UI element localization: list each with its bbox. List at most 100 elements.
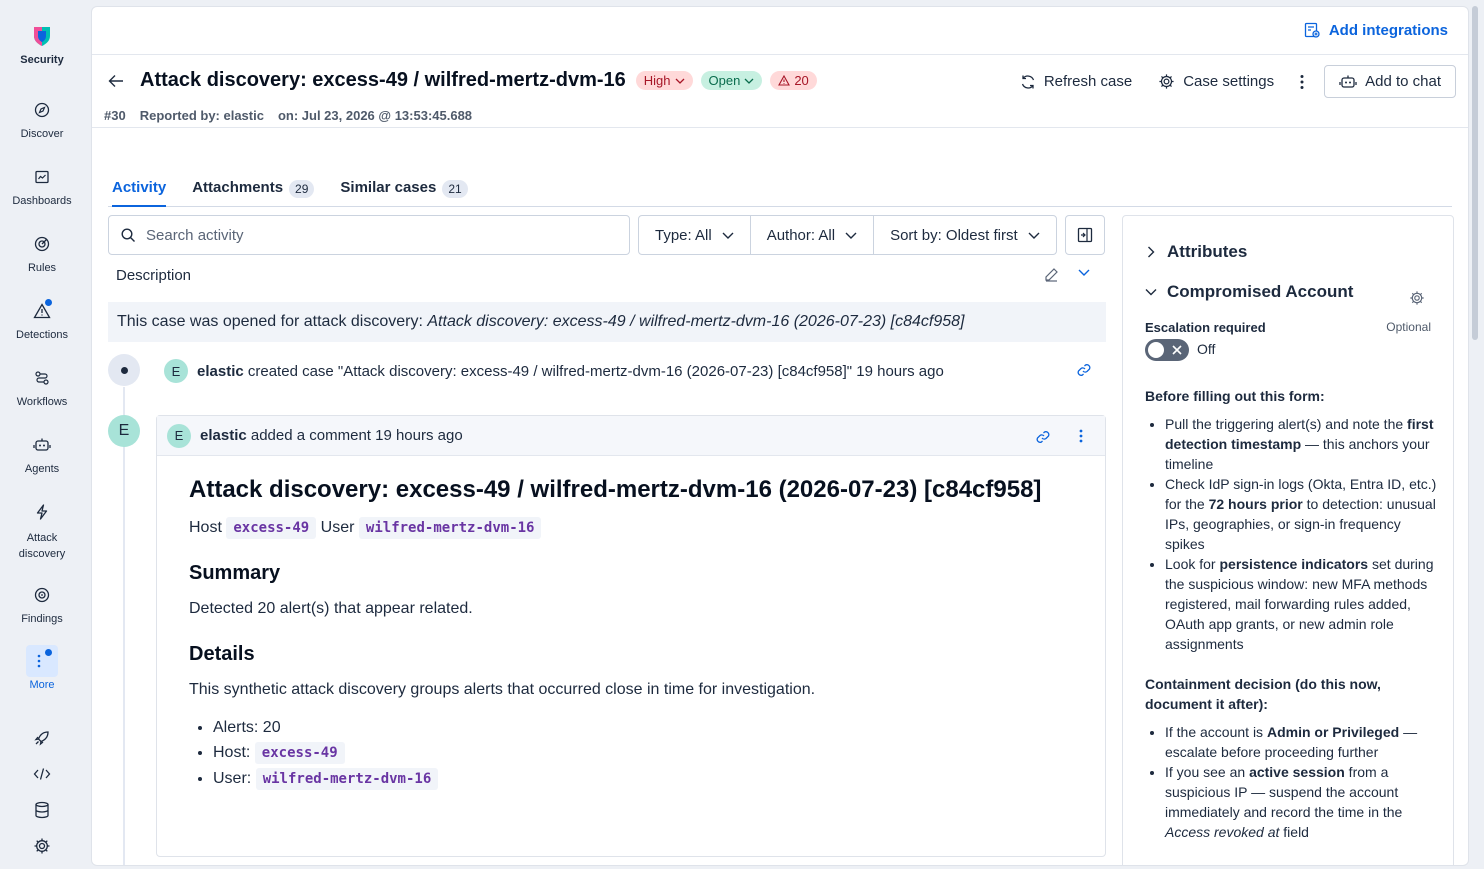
toggle-state: Off xyxy=(1197,341,1216,357)
tab-similar-cases[interactable]: Similar cases 21 xyxy=(340,173,468,207)
chevron-down-icon xyxy=(675,78,684,84)
nav-detections[interactable]: Detections xyxy=(0,295,84,341)
collapse-description-button[interactable] xyxy=(1078,269,1090,276)
tab-activity-label: Activity xyxy=(112,179,167,196)
nav-security-logo[interactable]: Security xyxy=(0,20,84,66)
tab-attachments[interactable]: Attachments 29 xyxy=(192,173,315,207)
list-item: Alerts: 20 xyxy=(213,716,1073,740)
comment-card: E elastic added a comment 19 hours ago A… xyxy=(156,415,1106,857)
template-name: Compromised Account xyxy=(1167,282,1354,301)
nav-workflows[interactable]: Workflows xyxy=(0,362,84,408)
avatar: E xyxy=(108,415,140,447)
search-activity-field[interactable] xyxy=(108,215,630,255)
search-activity-input[interactable] xyxy=(146,226,606,244)
timeline-event-dot xyxy=(108,354,140,386)
kebab-icon xyxy=(1300,74,1304,89)
comment-user: elastic xyxy=(200,427,247,444)
tab-similar-cases-label: Similar cases xyxy=(340,179,437,196)
more-actions-button[interactable] xyxy=(1300,74,1304,90)
comment-body: Attack discovery: excess-49 / wilfred-me… xyxy=(157,456,1105,812)
escalation-toggle[interactable] xyxy=(1145,339,1189,361)
alert-icon xyxy=(26,295,58,327)
sort-filter[interactable]: Sort by: Oldest first xyxy=(874,216,1056,254)
chevron-down-icon xyxy=(1145,289,1157,296)
attributes-section-toggle[interactable]: Attributes xyxy=(1147,242,1247,262)
avatar: E xyxy=(167,423,191,448)
code-icon[interactable] xyxy=(26,760,58,788)
template-settings-button[interactable] xyxy=(1409,290,1425,306)
case-meta: #30 Reported by: elastic on: Jul 23, 202… xyxy=(104,108,472,123)
nav-agents[interactable]: Agents xyxy=(0,429,84,475)
kebab-icon xyxy=(1079,429,1083,443)
type-filter-label: Type: All xyxy=(655,226,712,244)
severity-badge[interactable]: High xyxy=(635,71,693,90)
comment-actions-button[interactable] xyxy=(1079,429,1083,443)
close-icon xyxy=(1172,345,1182,355)
refresh-case-label: Refresh case xyxy=(1043,73,1133,90)
details-list: Alerts: 20 Host: excess-49 User: wilfred… xyxy=(189,716,1073,791)
case-number: #30 xyxy=(104,108,126,123)
activity-created-case: E elastic created case "Attack discovery… xyxy=(164,359,944,383)
template-section-toggle[interactable]: Compromised Account xyxy=(1145,282,1353,302)
tab-attachments-count: 29 xyxy=(289,180,315,198)
chevron-down-icon xyxy=(845,232,857,239)
summary-heading: Summary xyxy=(189,562,281,584)
back-arrow-icon[interactable] xyxy=(108,74,124,88)
chevron-down-icon xyxy=(1078,269,1090,276)
nav-discover[interactable]: Discover xyxy=(0,94,84,140)
description-content: This case was opened for attack discover… xyxy=(108,302,1106,342)
tab-activity[interactable]: Activity xyxy=(112,173,167,207)
nav-rules[interactable]: Rules xyxy=(0,228,84,274)
copy-link-button[interactable] xyxy=(1076,362,1092,378)
status-label: Open xyxy=(708,73,741,88)
rocket-icon[interactable] xyxy=(26,724,58,752)
notification-dot xyxy=(45,299,52,306)
status-badge[interactable]: Open xyxy=(700,71,763,90)
search-icon xyxy=(121,227,135,242)
case-tabs: Activity Attachments 29 Similar cases 21 xyxy=(108,173,1452,207)
header-actions: Refresh case Case settings Add to chat xyxy=(1020,65,1456,98)
bolt-icon xyxy=(26,496,58,528)
nav-attack-discovery[interactable]: Attack discovery xyxy=(0,496,84,562)
tab-attachments-label: Attachments xyxy=(192,179,284,196)
tab-similar-cases-count: 21 xyxy=(442,180,468,198)
add-to-chat-button[interactable]: Add to chat xyxy=(1324,65,1456,98)
details-heading: Details xyxy=(189,643,255,665)
nav-findings[interactable]: Findings xyxy=(0,579,84,625)
toggle-sidebar-button[interactable] xyxy=(1065,215,1105,255)
host-code: excess-49 xyxy=(226,517,317,539)
list-item: Check IdP sign-in logs (Okta, Entra ID, … xyxy=(1165,474,1439,554)
database-icon[interactable] xyxy=(26,796,58,824)
author-filter[interactable]: Author: All xyxy=(751,216,875,254)
type-filter[interactable]: Type: All xyxy=(639,216,751,254)
nav-dashboards[interactable]: Dashboards xyxy=(0,161,84,207)
description-prefix: This case was opened for attack discover… xyxy=(117,313,428,330)
list-host-label: Host: xyxy=(213,744,251,761)
pencil-icon xyxy=(1045,268,1058,282)
case-settings-button[interactable]: Case settings xyxy=(1158,73,1274,90)
alert-count-badge[interactable]: 20 xyxy=(770,71,817,90)
activity-text: created case "Attack discovery: excess-4… xyxy=(247,362,944,380)
gear-icon[interactable] xyxy=(26,832,58,860)
avatar: E xyxy=(164,359,188,383)
nav-workflows-label: Workflows xyxy=(16,396,68,408)
attributes-label: Attributes xyxy=(1167,242,1248,261)
edit-description-button[interactable] xyxy=(1044,267,1059,282)
nav-more[interactable]: More xyxy=(0,645,84,691)
copy-comment-link-button[interactable] xyxy=(1035,429,1051,445)
nav-attack-discovery-label: Attack xyxy=(26,532,58,544)
activity-filters: Type: All Author: All Sort by: Oldest fi… xyxy=(638,215,1057,255)
host-user-line: Host excess-49 User wilfred-mertz-dvm-16 xyxy=(189,516,1073,540)
add-integrations-link[interactable]: Add integrations xyxy=(1304,22,1448,39)
top-bar: Add integrations xyxy=(92,7,1468,55)
page-scrollbar[interactable] xyxy=(1472,6,1478,340)
chevron-down-icon xyxy=(744,78,754,84)
nav-agents-label: Agents xyxy=(24,463,60,475)
nav-attack-discovery-label-2: discovery xyxy=(18,548,66,560)
optional-label: Optional xyxy=(1386,320,1431,334)
chevron-down-icon xyxy=(722,232,734,239)
author-filter-label: Author: All xyxy=(766,226,836,244)
refresh-icon xyxy=(1021,74,1034,89)
refresh-case-button[interactable]: Refresh case xyxy=(1020,73,1132,90)
comment-header: E elastic added a comment 19 hours ago xyxy=(157,416,1105,456)
